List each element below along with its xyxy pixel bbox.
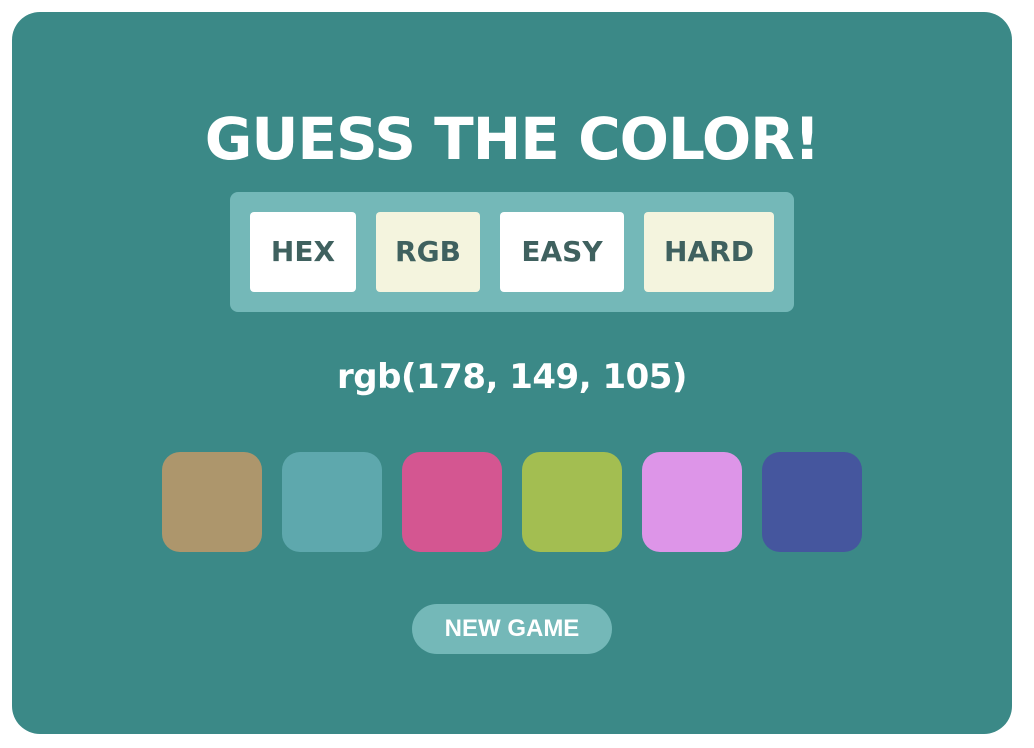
color-swatch-1[interactable] (162, 452, 262, 552)
hard-mode-button[interactable]: HARD (644, 212, 774, 292)
game-title: GUESS THE COLOR! (204, 105, 821, 173)
color-swatch-4[interactable] (522, 452, 622, 552)
easy-mode-button[interactable]: EASY (500, 212, 624, 292)
color-swatch-3[interactable] (402, 452, 502, 552)
mode-button-panel: HEX RGB EASY HARD (230, 192, 794, 312)
hex-mode-button[interactable]: HEX (250, 212, 356, 292)
color-swatch-2[interactable] (282, 452, 382, 552)
color-swatch-6[interactable] (762, 452, 862, 552)
new-game-button[interactable]: NEW GAME (412, 604, 612, 654)
rgb-mode-button[interactable]: RGB (376, 212, 480, 292)
game-card: GUESS THE COLOR! HEX RGB EASY HARD rgb(1… (12, 12, 1012, 734)
target-color-code: rgb(178, 149, 105) (337, 357, 687, 397)
color-swatch-5[interactable] (642, 452, 742, 552)
color-swatch-grid (162, 452, 862, 552)
